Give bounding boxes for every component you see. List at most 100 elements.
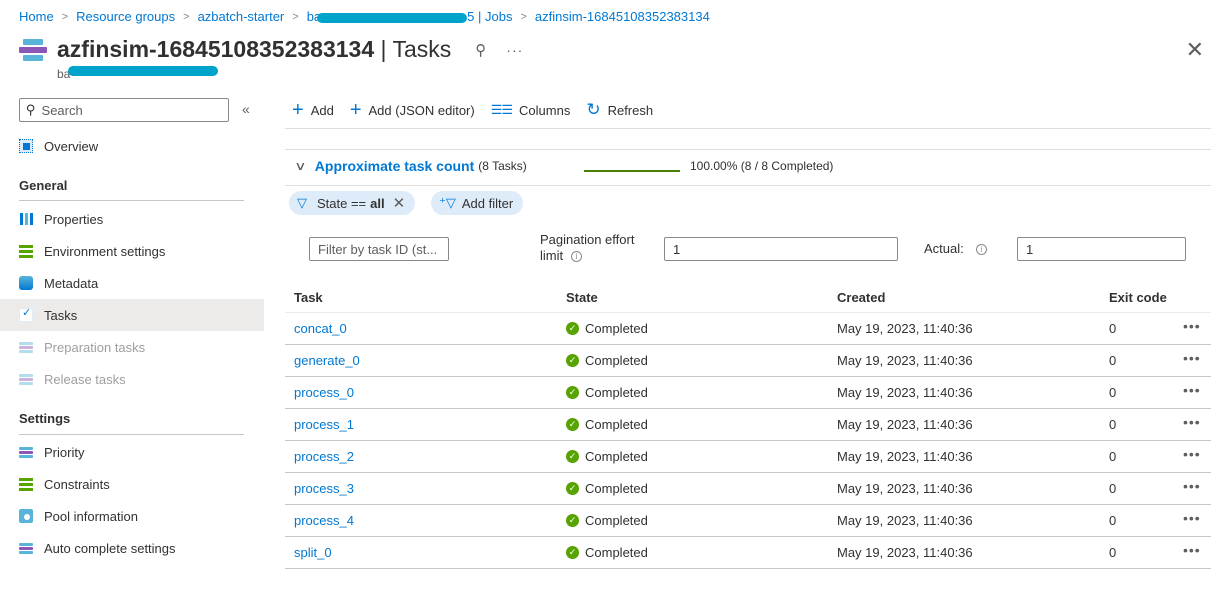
column-header-created[interactable]: Created	[837, 290, 885, 305]
table-row[interactable]: process_0 ✓ Completed May 19, 2023, 11:40:3…	[285, 377, 1211, 409]
task-state-text: Completed	[585, 385, 648, 400]
breadcrumb-batch-account-jobs[interactable]: ba 5 | Jobs	[307, 9, 513, 24]
task-state: ✓ Completed	[566, 385, 648, 400]
actual-value: 1	[1026, 241, 1034, 257]
sidebar-item-auto-complete-settings[interactable]: Auto complete settings	[0, 532, 264, 564]
task-state-text: Completed	[585, 417, 648, 432]
task-link[interactable]: process_1	[294, 417, 354, 432]
breadcrumb-resource-group[interactable]: azbatch-starter	[198, 9, 285, 24]
task-state-text: Completed	[585, 545, 648, 560]
page-title-blade: | Tasks	[374, 36, 452, 62]
task-id-filter-input[interactable]: Filter by task ID (st...	[309, 237, 449, 261]
refresh-button[interactable]: ↻ Refresh	[586, 101, 654, 118]
task-exit-code: 0	[1109, 353, 1117, 368]
row-more-options-button[interactable]: •••	[1183, 510, 1201, 526]
task-state: ✓ Completed	[566, 449, 648, 464]
task-link[interactable]: concat_0	[294, 321, 347, 336]
pin-icon[interactable]: ⚲	[475, 41, 486, 59]
pagination-effort-value: 1	[673, 241, 681, 257]
column-header-exit-code[interactable]: Exit code	[1109, 290, 1167, 305]
sidebar-item-label: Preparation tasks	[44, 339, 146, 355]
task-link[interactable]: process_3	[294, 481, 354, 496]
success-check-icon: ✓	[566, 514, 579, 527]
metadata-icon	[19, 276, 33, 290]
row-more-options-button[interactable]: •••	[1183, 350, 1201, 366]
collapse-sidebar-button[interactable]: «	[242, 101, 250, 117]
page-header: azfinsim-16845108352383134 | Tasks ⚲ ···	[19, 36, 523, 63]
divider	[285, 149, 1211, 150]
task-link[interactable]: process_4	[294, 513, 354, 528]
redaction-mark	[68, 66, 219, 76]
sidebar-item-label: Release tasks	[44, 371, 126, 387]
chevron-right-icon: >	[292, 10, 299, 23]
info-icon[interactable]: i	[975, 244, 987, 256]
sidebar-item-label: Overview	[44, 138, 99, 154]
actual-input[interactable]: 1	[1017, 237, 1186, 261]
sidebar-item-overview[interactable]: Overview	[0, 130, 264, 162]
breadcrumb-resource-groups[interactable]: Resource groups	[76, 9, 175, 24]
table-row[interactable]: process_4 ✓ Completed May 19, 2023, 11:40:3…	[285, 505, 1211, 537]
table-row[interactable]: process_3 ✓ Completed May 19, 2023, 11:40:3…	[285, 473, 1211, 505]
preparation-tasks-icon	[19, 340, 33, 354]
add-filter-button[interactable]: ⁺▽ Add filter	[431, 191, 524, 215]
add-json-editor-button[interactable]: + Add (JSON editor)	[349, 99, 475, 121]
refresh-button-label: Refresh	[607, 102, 654, 118]
column-header-task[interactable]: Task	[294, 290, 323, 305]
table-row[interactable]: process_1 ✓ Completed May 19, 2023, 11:40:3…	[285, 409, 1211, 441]
sidebar-item-constraints[interactable]: Constraints	[0, 468, 264, 500]
row-more-options-button[interactable]: •••	[1183, 542, 1201, 558]
filter-icon: ▽	[297, 195, 307, 210]
breadcrumb-home[interactable]: Home	[19, 9, 54, 24]
task-exit-code: 0	[1109, 385, 1117, 400]
sidebar-item-tasks[interactable]: Tasks	[0, 299, 264, 331]
task-link[interactable]: process_0	[294, 385, 354, 400]
sidebar-search-input[interactable]: ⚲ Search	[19, 98, 229, 122]
row-more-options-button[interactable]: •••	[1183, 318, 1201, 334]
row-more-options-button[interactable]: •••	[1183, 414, 1201, 430]
row-more-options-button[interactable]: •••	[1183, 446, 1201, 462]
task-exit-code: 0	[1109, 481, 1117, 496]
add-button[interactable]: + Add	[292, 100, 334, 120]
columns-button-label: Columns	[519, 102, 571, 118]
sidebar-item-pool-information[interactable]: Pool information	[0, 500, 264, 532]
sidebar-item-environment-settings[interactable]: Environment settings	[0, 235, 264, 267]
row-more-options-button[interactable]: •••	[1183, 478, 1201, 494]
sidebar-item-label: Properties	[44, 211, 104, 227]
remove-filter-icon[interactable]: ✕	[393, 194, 406, 212]
table-row[interactable]: generate_0 ✓ Completed May 19, 2023, 11:40:…	[285, 345, 1211, 377]
actual-label-text: Actual:	[924, 241, 964, 256]
auto-complete-settings-icon	[19, 541, 33, 555]
chevron-right-icon: >	[183, 10, 190, 23]
plus-icon: +	[349, 99, 362, 121]
info-icon[interactable]: i	[571, 251, 583, 263]
row-more-options-button[interactable]: •••	[1183, 382, 1201, 398]
sidebar-item-priority[interactable]: Priority	[0, 436, 264, 468]
search-icon: ⚲	[26, 102, 36, 117]
table-row[interactable]: process_2 ✓ Completed May 19, 2023, 11:40:3…	[285, 441, 1211, 473]
task-link[interactable]: split_0	[294, 545, 332, 560]
state-filter-pill[interactable]: ▽ State == all ✕	[289, 191, 416, 215]
sidebar-item-preparation-tasks[interactable]: Preparation tasks	[0, 331, 264, 363]
task-state-text: Completed	[585, 449, 648, 464]
table-row[interactable]: concat_0 ✓ Completed May 19, 2023, 11:40:36…	[285, 313, 1211, 345]
breadcrumb: Home > Resource groups > azbatch-starter…	[19, 9, 710, 24]
task-link[interactable]: process_2	[294, 449, 354, 464]
task-created: May 19, 2023, 11:40:36	[837, 385, 973, 400]
task-count-toggle[interactable]: ∨ Approximate task count (8 Tasks)	[294, 158, 527, 174]
task-link[interactable]: generate_0	[294, 353, 360, 368]
add-filter-label: Add filter	[461, 195, 514, 211]
pagination-effort-input[interactable]: 1	[664, 237, 898, 261]
column-header-state[interactable]: State	[566, 290, 598, 305]
more-options-button[interactable]: ···	[506, 42, 523, 58]
redaction-mark	[317, 12, 468, 23]
task-created: May 19, 2023, 11:40:36	[837, 449, 973, 464]
sidebar-item-properties[interactable]: Properties	[0, 203, 264, 235]
sidebar-item-release-tasks[interactable]: Release tasks	[0, 363, 264, 395]
add-filter-icon: ⁺▽	[439, 195, 456, 210]
breadcrumb-job[interactable]: azfinsim-16845108352383134	[535, 9, 710, 24]
table-row[interactable]: split_0 ✓ Completed May 19, 2023, 11:40:36 0…	[285, 537, 1211, 569]
columns-button[interactable]: ☰☰ Columns	[491, 102, 571, 118]
sidebar-item-metadata[interactable]: Metadata	[0, 267, 264, 299]
task-state-text: Completed	[585, 321, 648, 336]
close-button[interactable]: ✕	[1186, 39, 1204, 61]
